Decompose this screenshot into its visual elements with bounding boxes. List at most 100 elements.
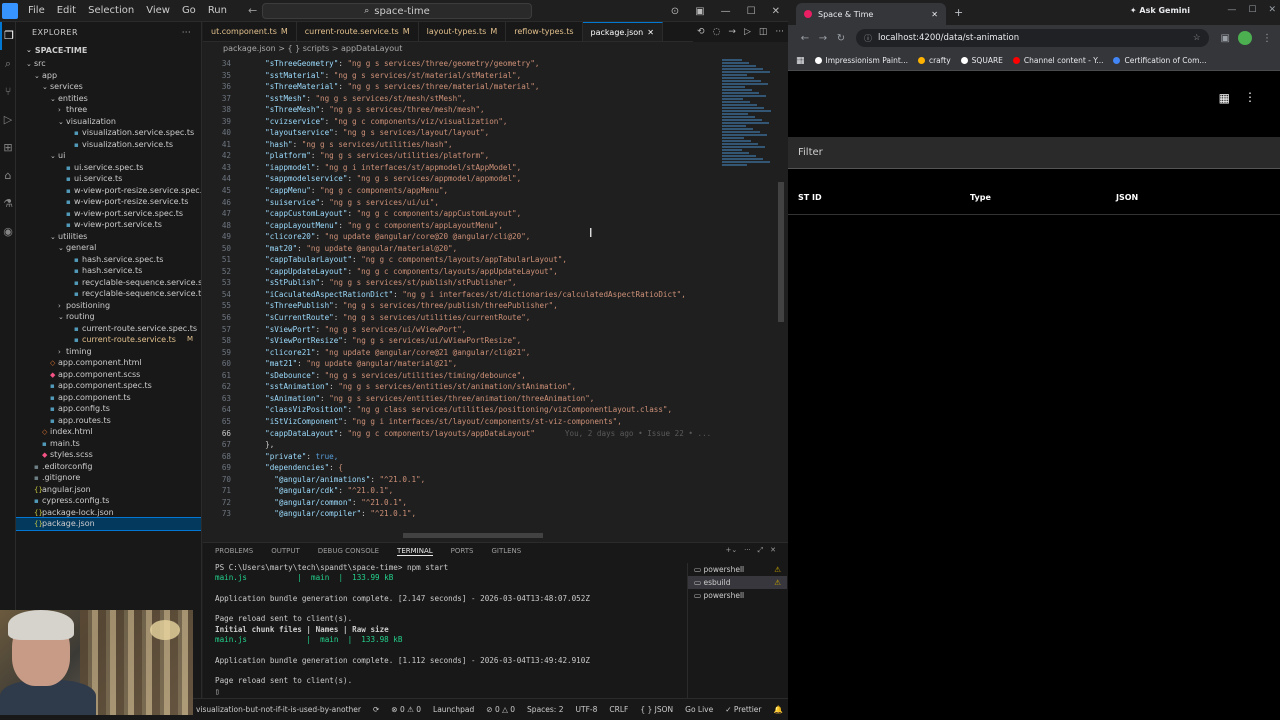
breadcrumb[interactable]: package.json > { } scripts > appDataLayo… (203, 42, 788, 56)
panel-tab-ports[interactable]: PORTS (451, 547, 474, 556)
menu-item-view[interactable]: View (140, 5, 176, 16)
close-window-button[interactable]: ✕ (1268, 5, 1276, 15)
maximize-panel-icon[interactable]: ⤢ (758, 546, 764, 554)
tree-folder[interactable]: ⌄ general (16, 242, 201, 254)
gitlens-icon[interactable]: ◉ (0, 218, 16, 246)
bookmark-item[interactable]: crafty (917, 56, 951, 65)
profile-avatar[interactable] (1238, 31, 1252, 45)
panel-tab-debug-console[interactable]: DEBUG CONSOLE (318, 547, 379, 556)
status-errors[interactable]: ⊗ 0 ⚠ 0 (385, 705, 427, 714)
bookmark-item[interactable]: Channel content - Y... (1012, 56, 1103, 65)
tree-file[interactable]: ◆ styles.scss (16, 449, 201, 461)
tree-file[interactable]: ◆ app.component.scss (16, 369, 201, 381)
remote-icon[interactable]: ⌂ (0, 162, 16, 190)
forward-icon[interactable]: → (724, 27, 740, 37)
terminal-instance[interactable]: ▭ powershell (688, 589, 787, 602)
command-center-search[interactable]: ⌕ space-time (262, 3, 532, 19)
code-editor[interactable]: 34 "sThreeGeometry": "ng g s services/th… (203, 58, 718, 542)
tree-folder[interactable]: ⌄ routing (16, 311, 201, 323)
tree-file[interactable]: {}package.json (16, 517, 201, 531)
editor-tab[interactable]: layout-types.ts M (419, 22, 507, 41)
horizontal-scrollbar[interactable] (403, 533, 543, 538)
tree-file[interactable]: ▪ w-view-port-resize.service.ts (16, 196, 201, 208)
apps-grid-icon[interactable]: ▦ (1219, 91, 1230, 105)
copilot-icon[interactable]: ⊙ (663, 6, 687, 17)
menu-item-run[interactable]: Run (202, 5, 233, 16)
search-icon[interactable]: ⌕ (0, 50, 16, 78)
status-sync-icon[interactable]: ⟳ (367, 705, 385, 714)
tree-file[interactable]: ▪ main.ts (16, 438, 201, 450)
tree-folder[interactable]: ⌄ app (16, 70, 201, 82)
editor-tab[interactable]: package.json ✕ (582, 22, 663, 41)
status-spaces[interactable]: Spaces: 2 (521, 705, 569, 714)
more-vert-icon[interactable]: ⋮ (1244, 90, 1256, 104)
tree-folder[interactable]: ⌄ services (16, 81, 201, 93)
new-tab-icon[interactable]: + (954, 6, 963, 19)
minimap[interactable] (718, 58, 782, 542)
status-golive[interactable]: Go Live (679, 705, 719, 714)
menu-item-edit[interactable]: Edit (51, 5, 82, 16)
tree-file[interactable]: ▪ recyclable-sequence.service.ts (16, 288, 201, 300)
bookmark-item[interactable]: Certification of Com... (1113, 56, 1207, 65)
more-actions-icon[interactable]: ··· (182, 28, 191, 37)
panel-tab-problems[interactable]: PROBLEMS (215, 547, 253, 556)
status-prettier[interactable]: ✓ Prettier (719, 705, 767, 714)
close-tab-icon[interactable]: ✕ (647, 28, 654, 37)
close-panel-icon[interactable]: ✕ (770, 546, 776, 554)
tree-file[interactable]: ▪ .gitignore (16, 472, 201, 484)
terminal-instance[interactable]: ▭ powershell ⚠ (688, 563, 787, 576)
extensions-icon[interactable]: ▣ (1221, 33, 1230, 44)
run-debug-icon[interactable]: ▷ (0, 106, 16, 134)
status-eol[interactable]: CRLF (603, 705, 634, 714)
tree-file[interactable]: {}angular.json (16, 484, 201, 496)
tree-folder[interactable]: ⌄ utilities (16, 231, 201, 243)
tree-file[interactable]: ▪ .editorconfig (16, 461, 201, 473)
bookmark-item[interactable]: Impressionism Paint... (814, 56, 908, 65)
panel-tab-terminal[interactable]: TERMINAL (397, 547, 433, 556)
new-terminal-icon[interactable]: +⌄ (725, 546, 737, 554)
status-launchpad[interactable]: Launchpad (427, 705, 480, 714)
tree-file[interactable]: ▪ ui.service.ts (16, 173, 201, 185)
tree-folder[interactable]: ⌄ ui (16, 150, 201, 162)
tree-folder[interactable]: › timing (16, 346, 201, 358)
tree-folder[interactable]: › positioning (16, 300, 201, 312)
menu-item-file[interactable]: File (22, 5, 51, 16)
panel-tab-output[interactable]: OUTPUT (271, 547, 300, 556)
tree-file[interactable]: ▪ cypress.config.ts (16, 495, 201, 507)
notifications-bell-icon[interactable]: 🔔 (768, 705, 789, 714)
menu-item-selection[interactable]: Selection (82, 5, 140, 16)
close-window-button[interactable]: ✕ (764, 6, 788, 17)
tree-folder[interactable]: ⌄ visualization (16, 116, 201, 128)
tree-folder[interactable]: ⌄ entities (16, 93, 201, 105)
terminal-output[interactable]: PS C:\Users\marty\tech\spandt\space-time… (215, 563, 675, 699)
extensions-icon[interactable]: ⊞ (0, 134, 16, 162)
explorer-icon[interactable]: ❐ (0, 22, 16, 50)
tree-file[interactable]: ▪ app.routes.ts (16, 415, 201, 427)
menu-item-go[interactable]: Go (176, 5, 202, 16)
minimize-button[interactable]: — (1227, 5, 1236, 15)
testing-icon[interactable]: ⚗ (0, 190, 16, 218)
tree-file[interactable]: {}package-lock.json (16, 507, 201, 519)
tree-file[interactable]: ▪ hash.service.ts (16, 265, 201, 277)
status-stats[interactable]: ⊘ 0 △ 0 (480, 705, 521, 714)
editor-tab[interactable]: current-route.service.ts M (297, 22, 419, 41)
terminal-instance[interactable]: ▭ esbuild ⚠ (688, 576, 787, 589)
editor-tab[interactable]: reflow-types.ts (506, 22, 583, 41)
status-encoding[interactable]: UTF-8 (570, 705, 604, 714)
tree-file[interactable]: ◇ index.html (16, 426, 201, 438)
tree-file[interactable]: ▪ w-view-port.service.ts (16, 219, 201, 231)
source-control-icon[interactable]: ⑂ (0, 78, 16, 106)
tree-file[interactable]: ▪ ui.service.spec.ts (16, 162, 201, 174)
tree-file[interactable]: ▪ current-route.service.spec.ts (16, 323, 201, 335)
bookmark-item[interactable]: SQUARE (960, 56, 1003, 65)
compare-icon[interactable]: ◌ (709, 27, 725, 37)
tree-file[interactable]: ▪ hash.service.spec.ts (16, 254, 201, 266)
editor-tab[interactable]: ut.component.ts M (203, 22, 297, 41)
tree-file[interactable]: ▪ current-route.service.ts M (16, 334, 201, 346)
apps-grid-icon[interactable]: ▦ (796, 56, 805, 66)
tree-folder[interactable]: ⌄ src (16, 58, 201, 70)
open-changes-icon[interactable]: ⟲ (693, 27, 709, 37)
tree-file[interactable]: ◇ app.component.html (16, 357, 201, 369)
status-branch[interactable]: visualization-but-not-if-it-is-used-by-a… (190, 705, 367, 714)
minimize-button[interactable]: — (713, 6, 739, 17)
